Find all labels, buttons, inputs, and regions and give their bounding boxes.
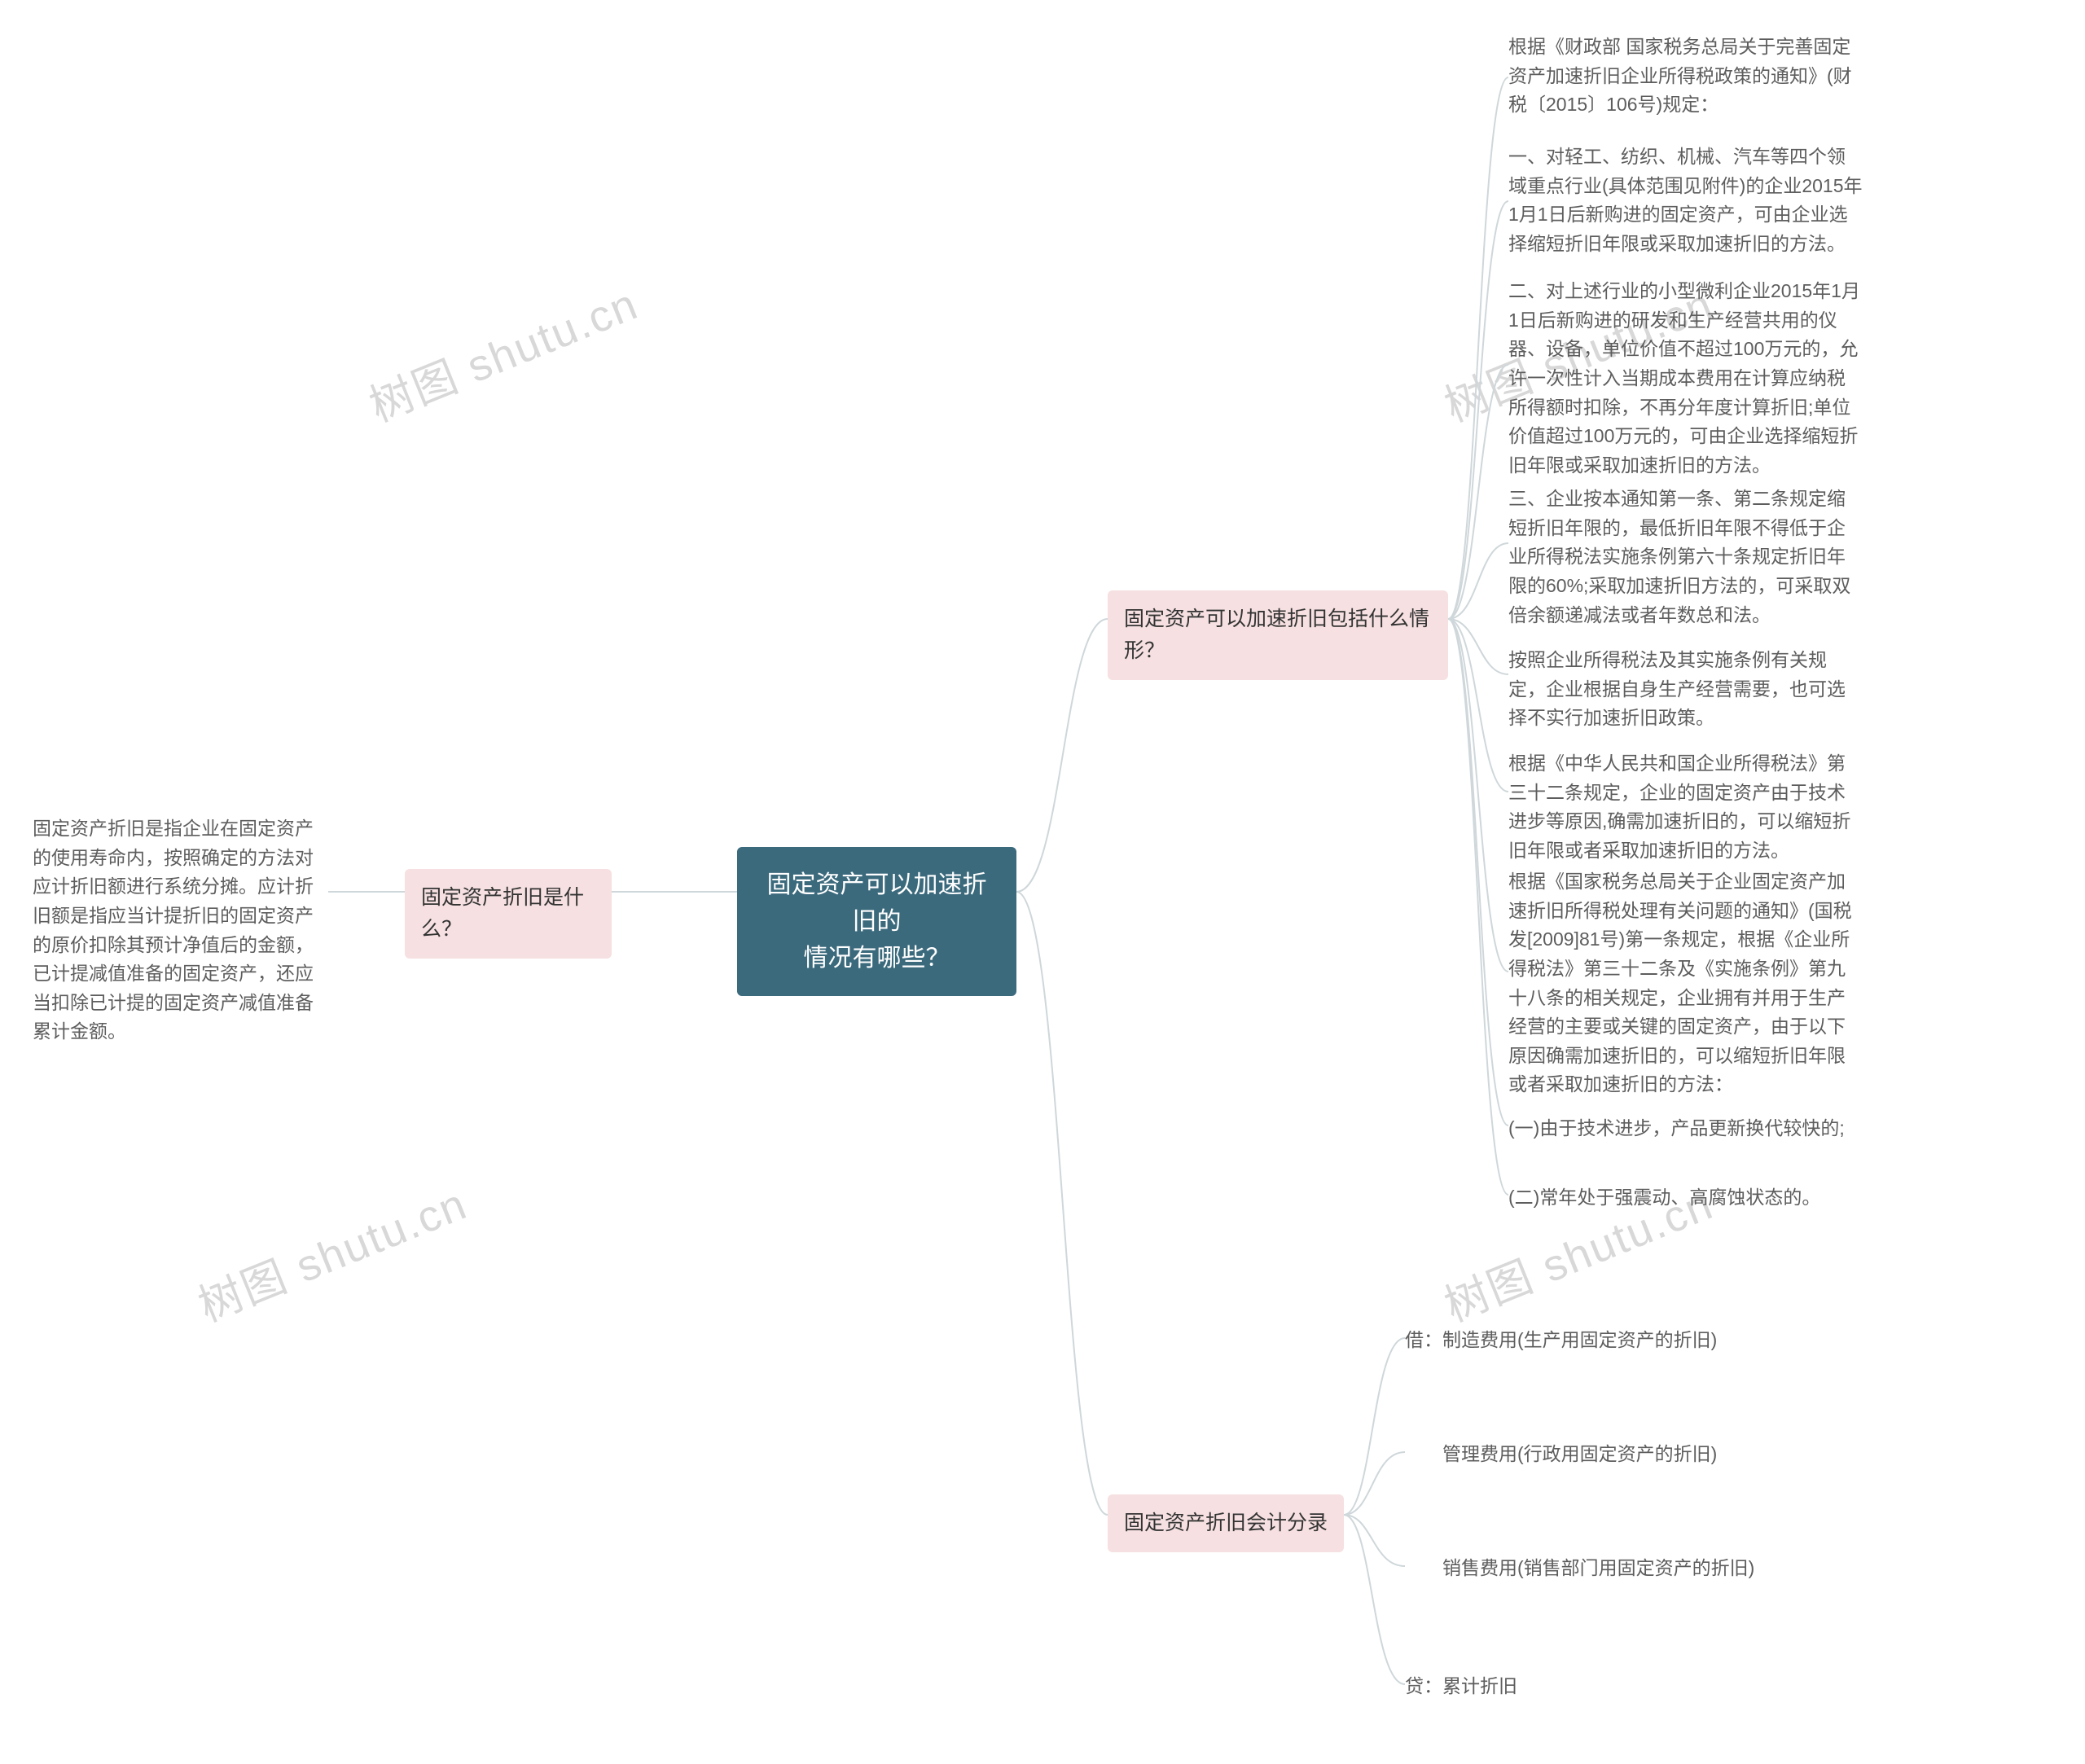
root-node: 固定资产可以加速折旧的 情况有哪些？ bbox=[737, 847, 1016, 996]
leaf-r2-2: 管理费用(行政用固定资产的折旧) bbox=[1405, 1440, 1759, 1469]
watermark: 树图 shutu.cn bbox=[358, 268, 646, 434]
branch-label: 固定资产折旧会计分录 bbox=[1124, 1512, 1328, 1534]
leaf-r1-5: 按照企业所得税法及其实施条例有关规定，企业根据自身生产经营需要，也可选择不实行加… bbox=[1508, 646, 1863, 733]
branch-accelerate-cases: 固定资产可以加速折旧包括什么情形？ bbox=[1108, 590, 1448, 680]
leaf-depreciation-def: 固定资产折旧是指企业在固定资产的使用寿命内，按照确定的方法对应计折旧额进行系统分… bbox=[33, 814, 330, 1047]
leaf-r1-2: 一、对轻工、纺织、机械、汽车等四个领域重点行业(具体范围见附件)的企业2015年… bbox=[1508, 143, 1863, 259]
leaf-r2-4: 贷：累计折旧 bbox=[1405, 1672, 1759, 1701]
root-title-line2: 情况有哪些？ bbox=[804, 945, 950, 972]
leaf-r1-6: 根据《中华人民共和国企业所得税法》第三十二条规定，企业的固定资产由于技术进步等原… bbox=[1508, 749, 1863, 866]
leaf-r1-8: (一)由于技术进步，产品更新换代较快的; bbox=[1508, 1114, 1863, 1143]
watermark: 树图 shutu.cn bbox=[187, 1168, 475, 1334]
branch-label: 固定资产折旧是什么？ bbox=[421, 886, 584, 941]
branch-accounting-entries: 固定资产折旧会计分录 bbox=[1108, 1494, 1344, 1552]
leaf-r2-1: 借：制造费用(生产用固定资产的折旧) bbox=[1405, 1326, 1759, 1355]
branch-label: 固定资产可以加速折旧包括什么情形？ bbox=[1124, 608, 1429, 662]
leaf-r2-3: 销售费用(销售部门用固定资产的折旧) bbox=[1405, 1554, 1759, 1583]
root-title-line1: 固定资产可以加速折旧的 bbox=[767, 871, 987, 935]
leaf-r1-9: (二)常年处于强震动、高腐蚀状态的。 bbox=[1508, 1183, 1863, 1213]
leaf-r1-3: 二、对上述行业的小型微利企业2015年1月1日后新购进的研发和生产经营共用的仪器… bbox=[1508, 277, 1863, 480]
leaf-r1-1: 根据《财政部 国家税务总局关于完善固定资产加速折旧企业所得税政策的通知》(财税〔… bbox=[1508, 33, 1863, 120]
leaf-r1-7: 根据《国家税务总局关于企业固定资产加速折旧所得税处理有关问题的通知》(国税发[2… bbox=[1508, 867, 1863, 1099]
branch-what-is-depreciation: 固定资产折旧是什么？ bbox=[405, 869, 612, 959]
leaf-r1-4: 三、企业按本通知第一条、第二条规定缩短折旧年限的，最低折旧年限不得低于企业所得税… bbox=[1508, 485, 1863, 630]
